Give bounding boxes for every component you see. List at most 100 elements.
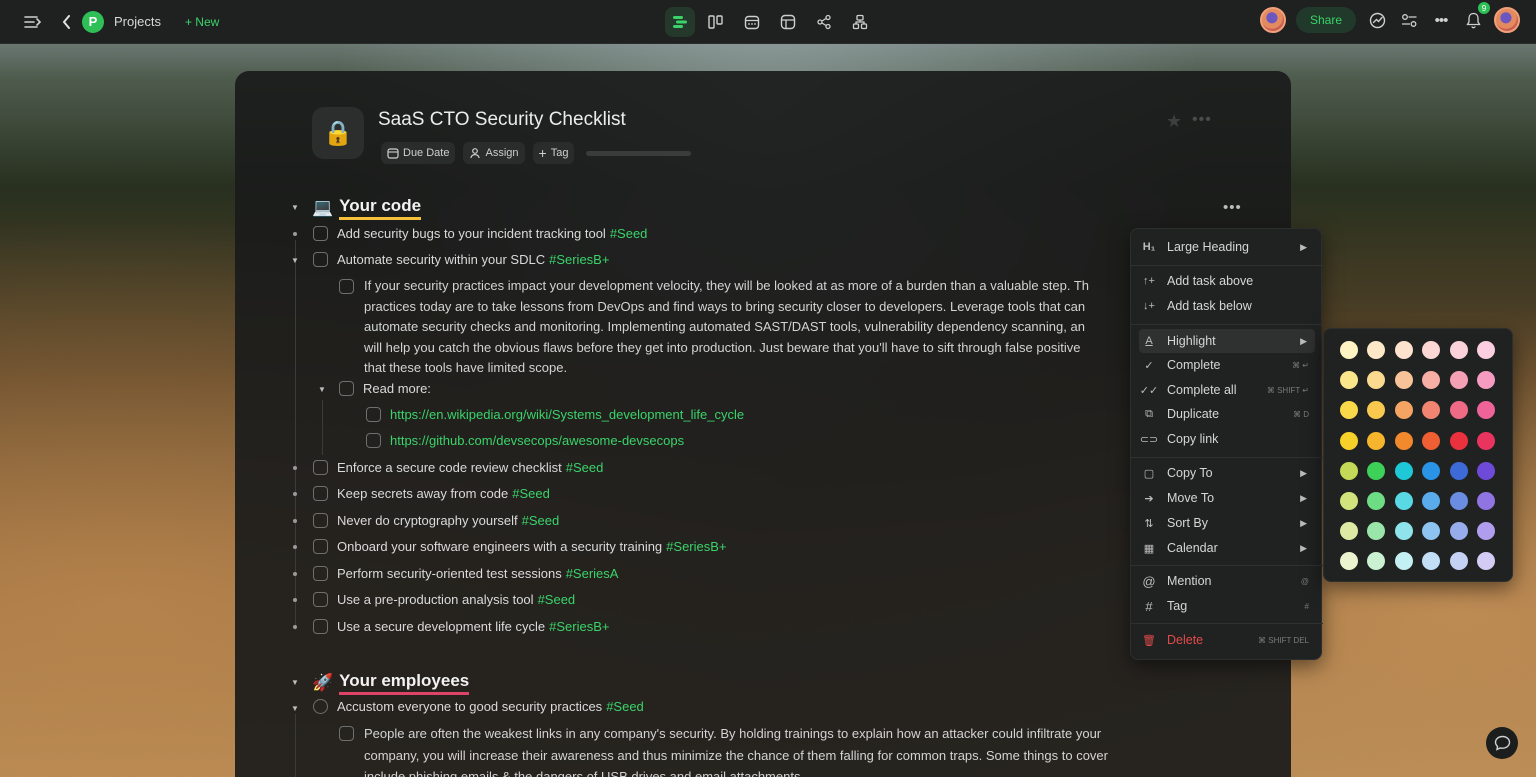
highlight-color-swatch[interactable] xyxy=(1394,552,1413,571)
highlight-color-swatch[interactable] xyxy=(1449,522,1468,541)
task-checkbox[interactable] xyxy=(366,407,381,422)
highlight-color-swatch[interactable] xyxy=(1394,461,1413,480)
highlight-color-swatch[interactable] xyxy=(1449,341,1468,359)
task-row[interactable]: Use a pre-production analysis tool #Seed xyxy=(313,592,575,607)
mindmap-view-icon[interactable] xyxy=(809,7,839,37)
task-tag[interactable]: #Seed xyxy=(522,513,560,528)
menu-item-highlight[interactable]: A Highlight ▶ xyxy=(1139,329,1315,353)
menu-item-tag[interactable]: # Tag # xyxy=(1139,594,1315,618)
highlight-color-swatch[interactable] xyxy=(1449,401,1468,420)
task-tag[interactable]: #Seed xyxy=(512,486,550,501)
task-row[interactable]: Keep secrets away from code #Seed xyxy=(313,486,550,501)
highlight-color-swatch[interactable] xyxy=(1367,492,1386,510)
task-row[interactable]: Use a secure development life cycle #Ser… xyxy=(313,619,609,634)
task-row[interactable]: Add security bugs to your incident track… xyxy=(313,226,647,241)
menu-item-large-heading[interactable]: H₁ Large Heading ▶ xyxy=(1139,235,1315,259)
highlight-color-swatch[interactable] xyxy=(1340,461,1358,480)
settings-sliders-icon[interactable] xyxy=(1398,9,1420,31)
highlight-color-swatch[interactable] xyxy=(1422,492,1441,510)
menu-item-move-to[interactable]: ➔ Move To ▶ xyxy=(1139,486,1315,510)
highlight-color-swatch[interactable] xyxy=(1422,522,1441,541)
back-chevron-icon[interactable] xyxy=(60,11,72,33)
task-row[interactable]: Automate security within your SDLC #Seri… xyxy=(313,252,609,267)
task-tag[interactable]: #Seed xyxy=(610,226,648,241)
menu-item-mention[interactable]: @ Mention @ xyxy=(1139,569,1315,593)
due-date-button[interactable]: Due Date xyxy=(381,142,456,164)
highlight-color-swatch[interactable] xyxy=(1422,431,1441,450)
task-row[interactable] xyxy=(339,278,363,294)
task-checkbox[interactable] xyxy=(313,486,328,501)
menu-item-delete[interactable]: 🗑 Delete ⌘ SHIFT DEL xyxy=(1139,628,1315,652)
highlight-color-swatch[interactable] xyxy=(1422,461,1441,480)
collapse-caret-icon[interactable]: ▼ xyxy=(291,678,299,687)
task-tag[interactable]: #Seed xyxy=(566,460,604,475)
task-checkbox[interactable] xyxy=(313,513,328,528)
menu-item-add-above[interactable]: ↑+ Add task above xyxy=(1139,269,1315,293)
task-checkbox[interactable] xyxy=(339,726,354,741)
task-checkbox[interactable] xyxy=(313,226,328,241)
document-lock-icon[interactable]: 🔒 xyxy=(312,107,364,159)
task-checkbox[interactable] xyxy=(339,279,354,294)
task-row[interactable]: Read more: xyxy=(339,381,431,396)
link-row[interactable]: https://github.com/devsecops/awesome-dev… xyxy=(366,433,684,448)
highlight-color-swatch[interactable] xyxy=(1340,341,1358,359)
task-checkbox[interactable] xyxy=(313,460,328,475)
collapse-caret-icon[interactable]: ▼ xyxy=(318,385,326,394)
projects-link[interactable]: Projects xyxy=(114,14,161,29)
highlight-color-swatch[interactable] xyxy=(1449,371,1468,390)
highlight-color-swatch[interactable] xyxy=(1340,401,1358,420)
task-checkbox[interactable] xyxy=(313,252,328,267)
highlight-color-swatch[interactable] xyxy=(1340,431,1358,450)
tag-button[interactable]: + Tag xyxy=(532,142,575,164)
favorite-star-icon[interactable]: ★ xyxy=(1166,111,1182,132)
highlight-color-swatch[interactable] xyxy=(1340,552,1358,571)
menu-item-complete-all[interactable]: ✓✓ Complete all ⌘ SHIFT ↵ xyxy=(1139,378,1315,402)
task-checkbox[interactable] xyxy=(313,619,328,634)
assign-button[interactable]: Assign xyxy=(463,142,525,164)
highlight-color-swatch[interactable] xyxy=(1422,341,1441,359)
board-view-icon[interactable] xyxy=(701,7,731,37)
highlight-color-swatch[interactable] xyxy=(1367,522,1386,541)
highlight-color-swatch[interactable] xyxy=(1367,431,1386,450)
task-tag[interactable]: #Seed xyxy=(606,699,644,714)
page-title[interactable]: SaaS CTO Security Checklist xyxy=(378,109,626,131)
menu-item-copy-to[interactable]: ▢ Copy To ▶ xyxy=(1139,461,1315,485)
highlight-color-swatch[interactable] xyxy=(1449,552,1468,571)
menu-item-sort-by[interactable]: ⇅ Sort By ▶ xyxy=(1139,511,1315,535)
highlight-color-swatch[interactable] xyxy=(1394,431,1413,450)
link-row[interactable]: https://en.wikipedia.org/wiki/Systems_de… xyxy=(366,407,744,422)
highlight-color-swatch[interactable] xyxy=(1477,522,1495,541)
task-checkbox[interactable] xyxy=(366,433,381,448)
notifications-bell-icon[interactable]: 9 xyxy=(1462,2,1490,31)
task-tag[interactable]: #SeriesB+ xyxy=(549,252,609,267)
section-heading-employees[interactable]: 🚀 Your employees xyxy=(312,671,470,695)
highlight-color-swatch[interactable] xyxy=(1422,552,1441,571)
highlight-color-swatch[interactable] xyxy=(1449,461,1468,480)
diagram-view-icon[interactable] xyxy=(845,7,875,37)
outline-view-icon[interactable] xyxy=(665,7,695,37)
analytics-icon[interactable] xyxy=(1366,9,1388,31)
highlight-color-swatch[interactable] xyxy=(1367,371,1386,390)
highlight-color-swatch[interactable] xyxy=(1477,401,1495,420)
task-tag[interactable]: #SeriesA xyxy=(566,566,619,581)
highlight-color-swatch[interactable] xyxy=(1340,371,1358,390)
table-view-icon[interactable] xyxy=(773,7,803,37)
user-avatar[interactable] xyxy=(1494,7,1520,33)
highlight-color-swatch[interactable] xyxy=(1477,341,1495,359)
menu-item-calendar[interactable]: ▦ Calendar ▶ xyxy=(1139,536,1315,560)
sidebar-toggle-icon[interactable] xyxy=(22,11,44,33)
menu-item-duplicate[interactable]: ⧉ Duplicate ⌘ D xyxy=(1139,402,1315,426)
highlight-color-swatch[interactable] xyxy=(1477,371,1495,390)
share-button[interactable]: Share xyxy=(1295,7,1356,33)
highlight-color-swatch[interactable] xyxy=(1367,552,1386,571)
task-tag[interactable]: #SeriesB+ xyxy=(549,619,609,634)
task-row[interactable]: Accustom everyone to good security pract… xyxy=(313,699,644,714)
task-checkbox[interactable] xyxy=(313,539,328,554)
menu-item-add-below[interactable]: ↓+ Add task below xyxy=(1139,294,1315,318)
new-button[interactable]: + New xyxy=(185,15,219,29)
task-row[interactable]: Perform security-oriented test sessions … xyxy=(313,566,618,581)
highlight-color-swatch[interactable] xyxy=(1394,371,1413,390)
task-row[interactable] xyxy=(339,726,363,741)
section-more-icon[interactable]: ••• xyxy=(1223,199,1242,216)
chat-bubble-icon[interactable] xyxy=(1486,727,1518,759)
